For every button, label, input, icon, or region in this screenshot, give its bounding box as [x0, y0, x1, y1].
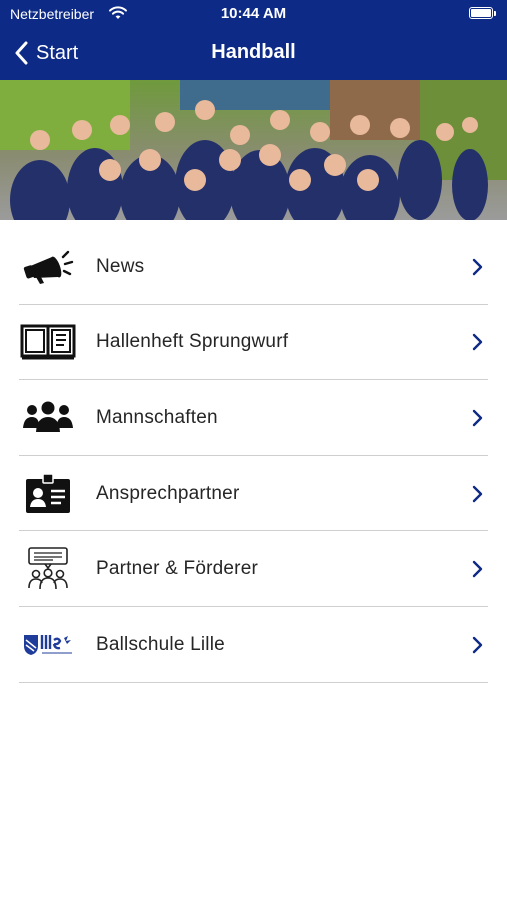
menu-item-ballschule-lille[interactable]: Ballschule Lille — [0, 607, 507, 683]
page-title: Handball — [211, 41, 296, 63]
status-bar: Netzbetreiber 10:44 AM — [0, 0, 507, 28]
chevron-right-icon — [472, 636, 483, 653]
team-group-icon — [20, 396, 76, 440]
chevron-right-icon — [472, 334, 483, 351]
divider — [19, 681, 488, 683]
chevron-right-icon — [472, 258, 483, 275]
megaphone-icon — [20, 245, 76, 289]
menu-item-hallenheft-sprungwurf[interactable]: Hallenheft Sprungwurf — [0, 305, 507, 381]
menu-item-news[interactable]: News — [0, 229, 507, 305]
menu-item-label: News — [96, 255, 145, 277]
menu-item-partner-foerderer[interactable]: Partner & Förderer — [0, 531, 507, 607]
team-photo — [0, 80, 507, 220]
menu-list: News Hallenheft Sprungwurf Mannschaften … — [0, 229, 507, 683]
chevron-right-icon — [472, 485, 483, 502]
menu-item-ansprechpartner[interactable]: Ansprechpartner — [0, 456, 507, 532]
menu-item-label: Ansprechpartner — [96, 482, 240, 504]
chevron-right-icon — [472, 409, 483, 427]
lille-logo — [20, 623, 76, 667]
contact-card-icon — [20, 472, 76, 516]
top-bar: Netzbetreiber 10:44 AM Start Handball — [0, 0, 507, 80]
menu-item-mannschaften[interactable]: Mannschaften — [0, 380, 507, 456]
menu-item-label: Hallenheft Sprungwurf — [96, 331, 289, 353]
community-chat-icon — [20, 547, 76, 591]
navigation-bar: Start Handball — [0, 28, 507, 80]
open-book-icon — [20, 320, 76, 364]
battery-icon — [469, 7, 496, 19]
menu-item-label: Mannschaften — [96, 406, 218, 428]
chevron-right-icon — [472, 560, 483, 578]
status-time: 10:44 AM — [220, 5, 287, 22]
menu-item-label: Ballschule Lille — [96, 633, 225, 655]
menu-item-label: Partner & Förderer — [96, 558, 258, 580]
